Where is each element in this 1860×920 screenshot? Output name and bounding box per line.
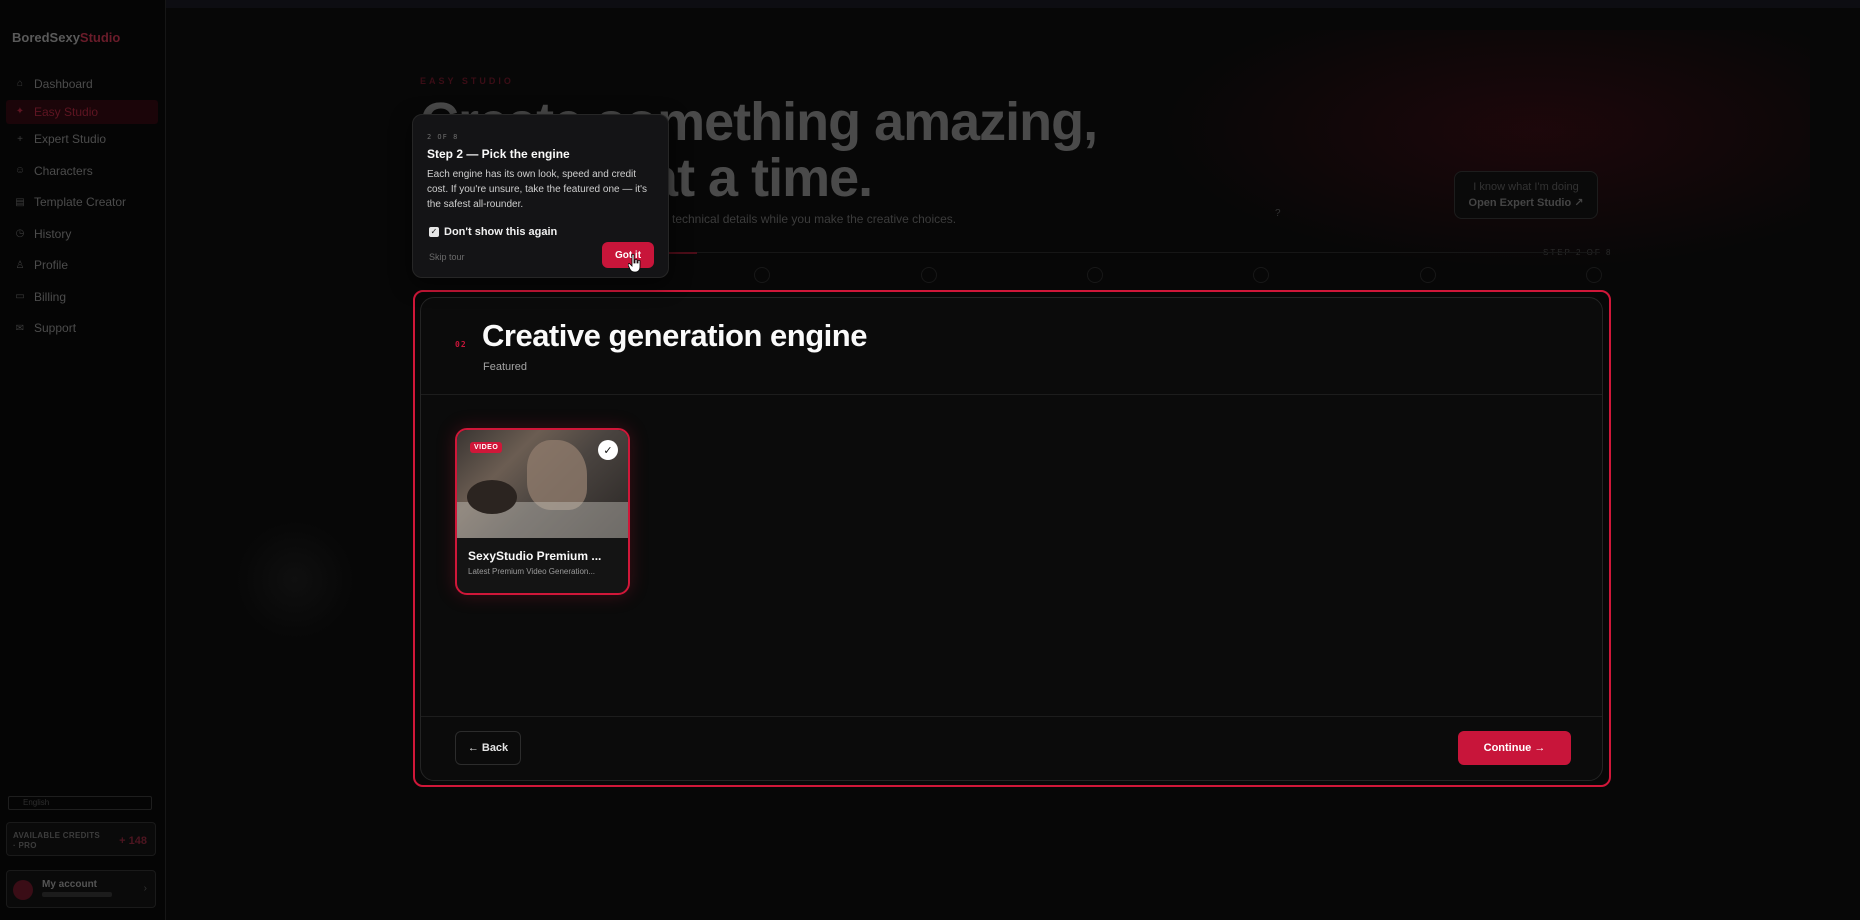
users-icon: ☺: [14, 165, 26, 177]
selected-check-icon: ✓: [598, 440, 618, 460]
panel-title: Creative generation engine: [482, 318, 867, 353]
sidebar-item-dashboard[interactable]: ⌂ Dashboard: [0, 68, 166, 100]
account-label: My account: [42, 879, 98, 890]
sidebar-item-template-creator[interactable]: ▤ Template Creator: [0, 187, 166, 219]
chevron-right-icon: ›: [143, 883, 147, 894]
step-dot[interactable]: [921, 267, 937, 283]
template-icon: ▤: [15, 196, 25, 208]
step-dot[interactable]: [1087, 267, 1103, 283]
plus-icon: +: [17, 133, 23, 145]
hero-glow: [1130, 30, 1810, 280]
background-decoration: [235, 520, 355, 640]
step-number: 02: [455, 340, 467, 349]
step-dot[interactable]: [1586, 267, 1602, 283]
sidebar-item-history[interactable]: ◷ History: [0, 218, 166, 250]
hero-subtitle: technical details while you make the cre…: [672, 212, 957, 226]
sidebar-item-easy-studio[interactable]: ✦ Easy Studio: [6, 99, 158, 124]
step-dot[interactable]: [1253, 267, 1269, 283]
tour-body: Each engine has its own look, speed and …: [427, 169, 648, 210]
sidebar: BoredSexyStudio ⌂ Dashboard ✦ Easy Studi…: [0, 0, 166, 920]
user-icon: ♙: [15, 259, 25, 271]
step-dot[interactable]: [754, 267, 770, 283]
sidebar-item-expert-studio[interactable]: + Expert Studio: [0, 124, 166, 156]
history-icon: ◷: [15, 228, 25, 240]
brand-logo[interactable]: BoredSexyStudio: [12, 30, 120, 45]
account-email-placeholder: [42, 892, 112, 897]
engine-step-panel: 02 Creative generation engine Featured V…: [420, 297, 1603, 781]
home-icon: ⌂: [16, 78, 24, 90]
open-expert-studio-card[interactable]: I know what I'm doing Open Expert Studio…: [1454, 171, 1598, 219]
credits-box: AVAILABLE CREDITS · PRO + 148: [6, 822, 156, 856]
credits-value: + 148: [119, 835, 147, 847]
sidebar-item-billing[interactable]: ▭ Billing: [0, 281, 166, 313]
avatar: [13, 880, 33, 900]
top-bar: [0, 0, 1860, 8]
divider: [421, 716, 1602, 717]
back-button[interactable]: ← Back: [455, 731, 521, 765]
tour-counter: 2 OF 8: [427, 133, 459, 141]
skip-tour-link[interactable]: Skip tour: [429, 252, 465, 262]
sidebar-item-profile[interactable]: ♙ Profile: [0, 250, 166, 282]
engine-description: Latest Premium Video Generation...: [468, 567, 596, 576]
hero-eyebrow: EASY STUDIO: [420, 76, 514, 86]
card-icon: ▭: [15, 291, 25, 303]
support-icon: ✉: [15, 322, 25, 334]
engine-card[interactable]: VIDEO ✓ SexyStudio Premium ... Latest Pr…: [455, 428, 630, 595]
divider: [421, 394, 1602, 395]
sidebar-nav: ⌂ Dashboard ✦ Easy Studio + Expert Studi…: [0, 68, 166, 344]
language-selector[interactable]: English: [8, 796, 152, 810]
video-badge: VIDEO: [470, 442, 503, 453]
tour-title: Step 2 — Pick the engine: [427, 147, 570, 161]
continue-button[interactable]: Continue →: [1458, 731, 1571, 765]
sidebar-item-support[interactable]: ✉ Support: [0, 313, 166, 345]
panel-subtitle: Featured: [483, 361, 528, 373]
step-dot[interactable]: [1420, 267, 1436, 283]
sidebar-item-characters[interactable]: ☺ Characters: [0, 155, 166, 187]
sparkle-icon: ✦: [15, 106, 25, 117]
dont-show-again-label[interactable]: Don't show this again: [444, 226, 557, 238]
help-icon[interactable]: ?: [1275, 208, 1281, 219]
engine-name: SexyStudio Premium ...: [468, 549, 602, 563]
credits-label: AVAILABLE CREDITS · PRO: [13, 831, 101, 850]
account-menu[interactable]: My account ›: [6, 870, 156, 908]
dont-show-again-checkbox[interactable]: ✓: [429, 227, 439, 237]
hand-cursor-icon: [628, 254, 641, 273]
